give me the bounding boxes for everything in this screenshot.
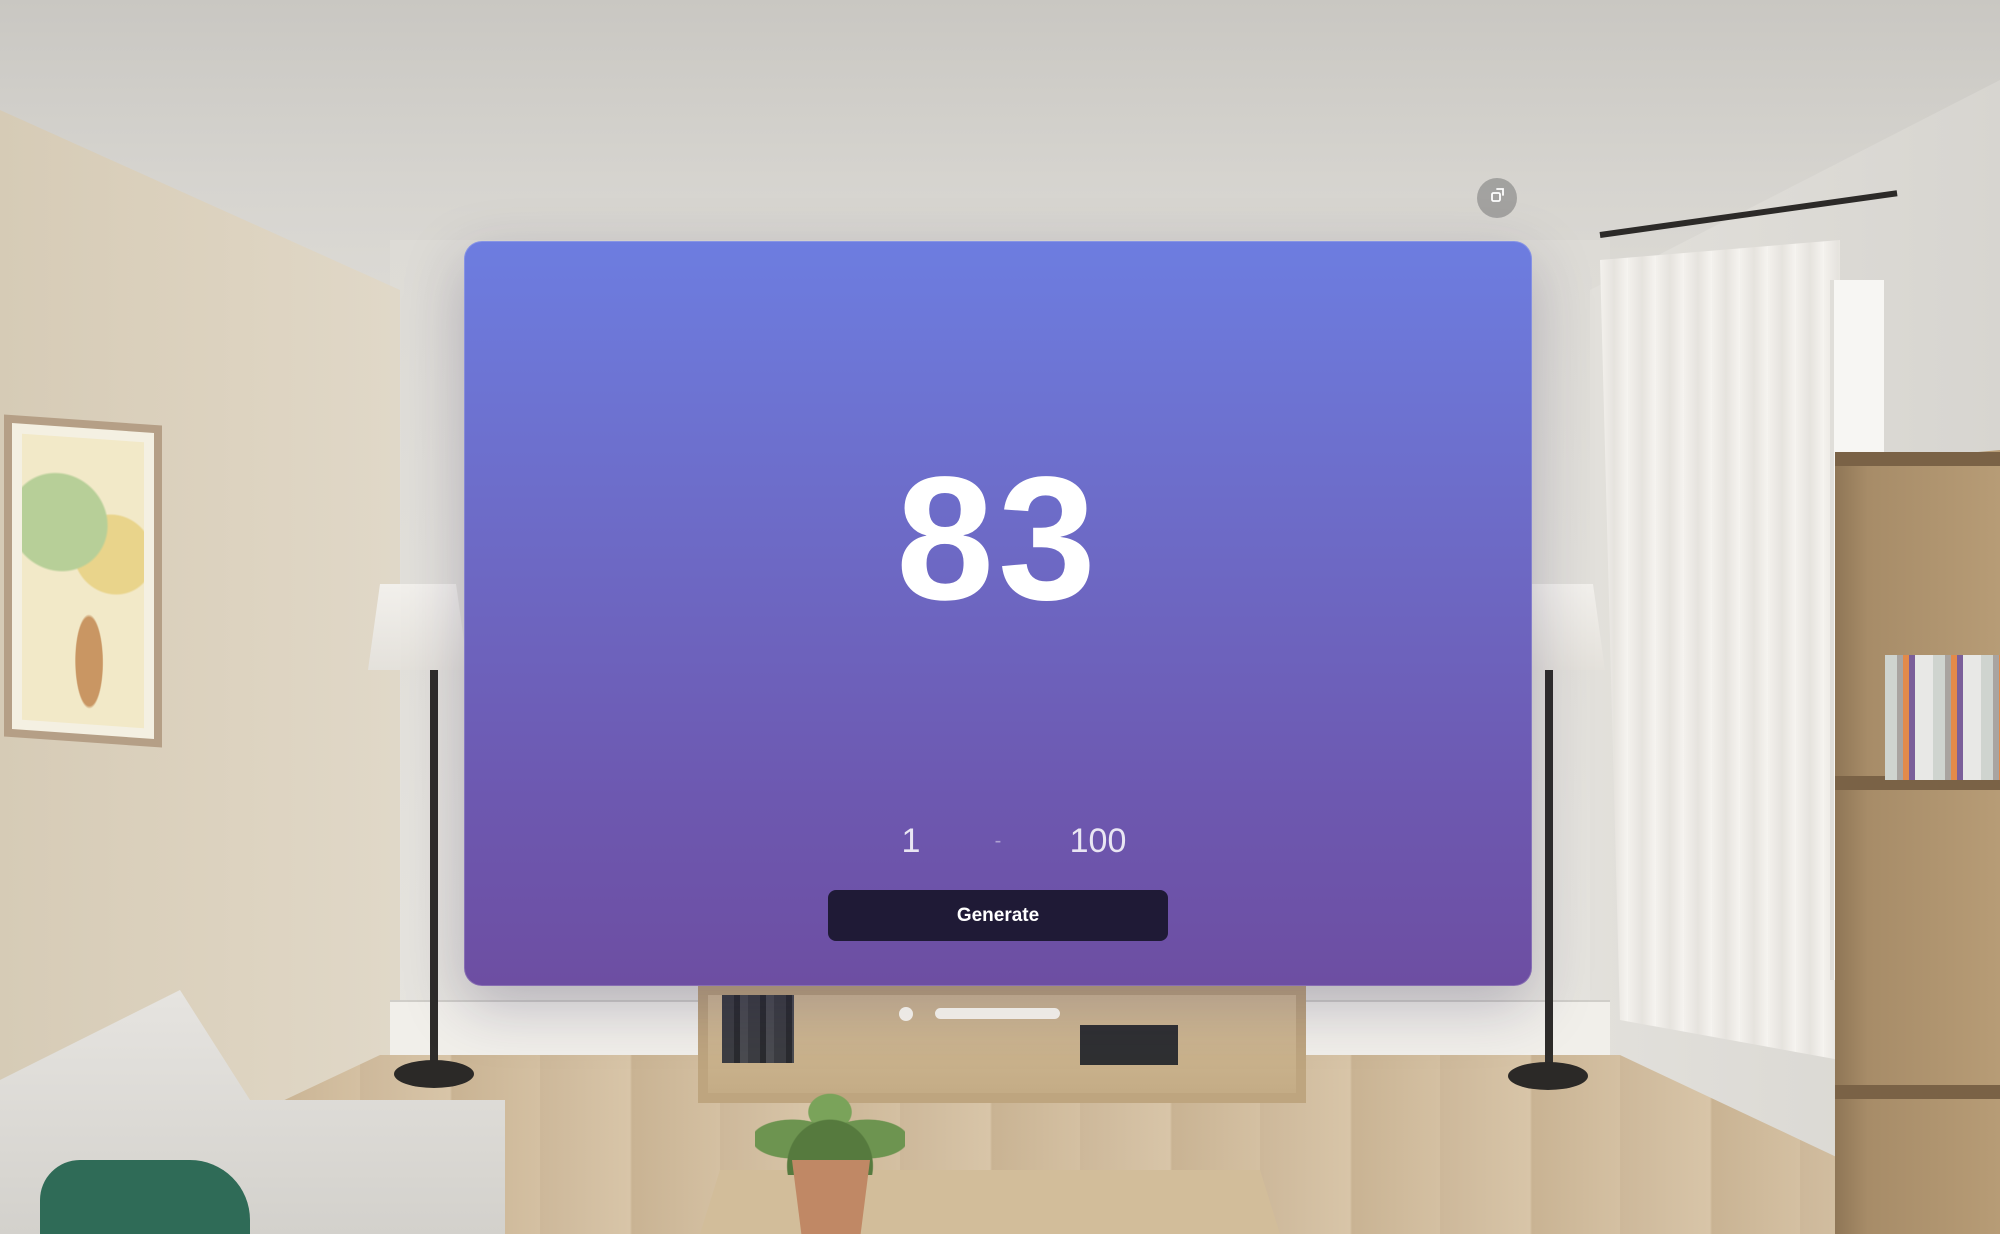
- plant-pot: [792, 1160, 870, 1234]
- range-row: 1 - 100: [464, 819, 1532, 863]
- room-background: 83 1 - 100 Generate: [0, 0, 2000, 1234]
- resize-icon: [1487, 186, 1507, 210]
- resize-control[interactable]: [1477, 178, 1517, 218]
- move-handle-icon[interactable]: [935, 1008, 1060, 1019]
- shelf-board: [1835, 452, 2000, 466]
- generate-button[interactable]: Generate: [828, 890, 1168, 941]
- lamp-base-left: [394, 1060, 474, 1088]
- coffee-table: [700, 1170, 1280, 1234]
- stand-box: [1080, 1025, 1178, 1065]
- shelf-board: [1835, 1085, 2000, 1099]
- bookshelf: [1835, 450, 2000, 1234]
- curtain: [1600, 240, 1840, 1060]
- lamp-pole-right: [1545, 670, 1553, 1070]
- app-window: 83 1 - 100 Generate: [464, 241, 1532, 986]
- range-separator: -: [994, 830, 1002, 852]
- lamp-shade-left: [368, 584, 468, 670]
- lamp-base-right: [1508, 1062, 1588, 1090]
- pillow: [40, 1160, 250, 1234]
- random-number-display: 83: [896, 441, 1100, 637]
- range-min-field[interactable]: 1: [887, 819, 935, 863]
- lamp-pole-left: [430, 670, 438, 1070]
- range-max-field[interactable]: 100: [1056, 819, 1140, 863]
- close-dot-icon[interactable]: [899, 1007, 913, 1021]
- wall-painting: [4, 414, 162, 748]
- stand-books: [722, 995, 794, 1063]
- shelf-books: [1885, 655, 2000, 780]
